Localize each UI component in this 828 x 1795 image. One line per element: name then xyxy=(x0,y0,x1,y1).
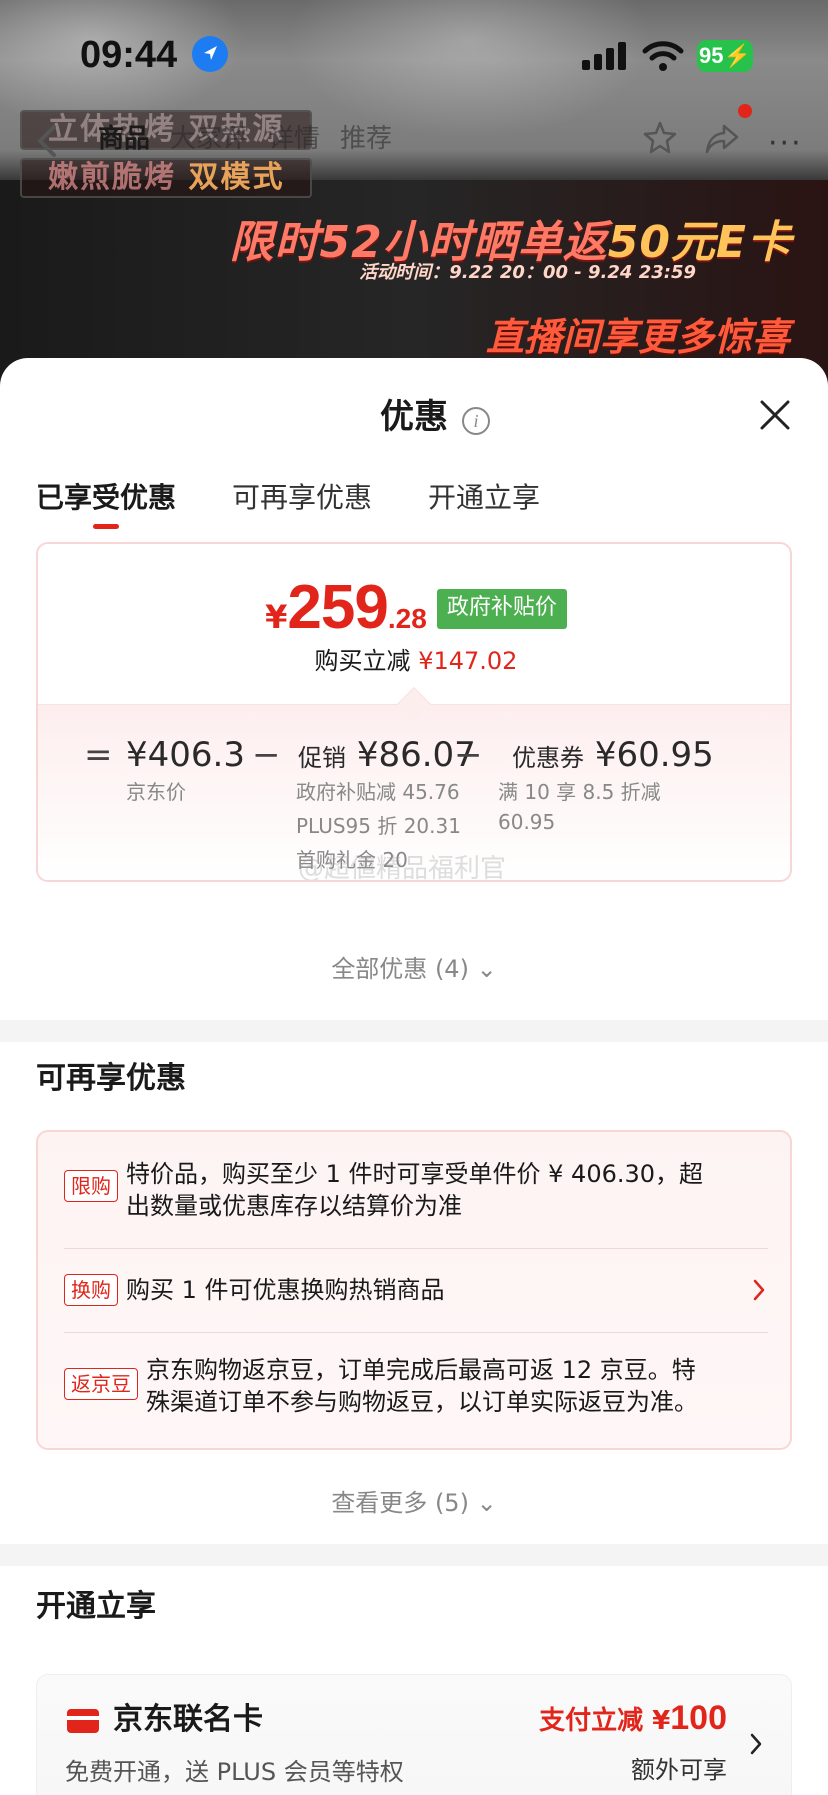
active-tab-indicator xyxy=(93,524,119,529)
nav-tab-reviews[interactable]: 大家评 xyxy=(170,122,248,156)
promo-detail-gov: 政府补贴减 45.76 xyxy=(296,780,460,804)
offer-tag: 返京豆 xyxy=(64,1368,138,1400)
offer-tag: 限购 xyxy=(64,1170,118,1202)
open-enjoy-title: 开通立享 xyxy=(36,1589,156,1624)
status-bar: 09:44 95⚡ xyxy=(0,0,828,100)
card-promo: 支付立减 ¥100 xyxy=(539,1697,727,1742)
offer-text: 购买 1 件可优惠换购热销商品 xyxy=(126,1276,445,1304)
sheet-header: 优惠 i xyxy=(0,394,828,440)
chevron-down-icon: ⌄ xyxy=(476,1489,497,1517)
card-promo-prefix: 支付立减 ¥ xyxy=(539,1706,671,1736)
coupon-detail-value: 60.95 xyxy=(498,810,556,834)
star-icon[interactable] xyxy=(642,120,678,156)
section-divider xyxy=(0,1020,828,1042)
chevron-down-icon: ⌄ xyxy=(476,955,497,983)
sheet-title-wrap: 优惠 i xyxy=(380,397,490,437)
equals-sign: = xyxy=(84,735,113,775)
price-decimal: .28 xyxy=(387,603,427,634)
section-divider xyxy=(0,1544,828,1566)
minus-sign-1: − xyxy=(252,735,281,775)
offer-text-2: 出数量或优惠库存以结算价为准 xyxy=(126,1192,462,1220)
offer-tag: 换购 xyxy=(64,1274,118,1306)
wifi-icon xyxy=(642,41,684,71)
card-desc: 免费开通，送 PLUS 会员等特权 xyxy=(65,1758,404,1786)
gov-subsidy-badge: 政府补贴价 xyxy=(436,589,567,629)
more-icon[interactable]: ··· xyxy=(768,126,803,161)
status-time: 09:44 xyxy=(80,34,178,76)
offer-tabs: 已享受优惠 可再享优惠 开通立享 xyxy=(0,468,828,538)
row-divider xyxy=(64,1332,768,1333)
nav-tab-product[interactable]: 商品 xyxy=(98,122,150,156)
offer-text: 特价品，购买至少 1 件时可享受单件价 ¥ 406.30，超 xyxy=(126,1160,704,1188)
all-offers-label: 全部优惠 (4) xyxy=(331,955,469,983)
location-arrow-icon xyxy=(192,36,228,72)
coupon-detail-rule: 满 10 享 8.5 折减 xyxy=(498,780,661,804)
coupon-label: 优惠券 xyxy=(512,744,584,772)
tab-open-enjoy[interactable]: 开通立享 xyxy=(428,478,540,518)
tab-enjoyed[interactable]: 已享受优惠 xyxy=(36,478,176,518)
sheet-title: 优惠 xyxy=(380,397,448,437)
see-more-toggle[interactable]: 查看更多 (5) ⌄ xyxy=(0,1486,828,1520)
coupon-value: ¥60.95 xyxy=(594,735,714,775)
battery-level: 95 xyxy=(699,43,724,68)
offer-row-exchange[interactable]: 换购 购买 1 件可优惠换购热销商品 xyxy=(64,1270,768,1310)
coupon-amount: 优惠券 ¥60.95 xyxy=(512,734,714,779)
offer-row-limit: 限购 特价品，购买至少 1 件时可享受单件价 ¥ 406.30，超 出数量或优惠… xyxy=(64,1158,768,1222)
card-promo-amount: 100 xyxy=(670,1699,727,1737)
info-icon[interactable]: i xyxy=(462,407,490,435)
row-divider xyxy=(64,1248,768,1249)
final-price-area: ¥259.28 政府补贴价 购买立减 ¥147.02 xyxy=(38,544,790,704)
card-name: 京东联名卡 xyxy=(113,1702,263,1737)
jd-price: ¥406.3 xyxy=(126,735,245,775)
save-label: 购买立减 xyxy=(314,647,411,675)
jd-price-label: 京东价 xyxy=(126,780,186,804)
cellular-signal-icon xyxy=(582,42,626,70)
share-icon[interactable] xyxy=(704,122,740,156)
promo-label: 促销 xyxy=(298,744,346,772)
see-more-label: 查看更多 (5) xyxy=(331,1489,469,1517)
offer-text: 京东购物返京豆，订单完成后最高可返 12 京豆。特 xyxy=(146,1356,696,1384)
price-integer: 259 xyxy=(287,573,388,642)
tab-more-available[interactable]: 可再享优惠 xyxy=(232,478,372,518)
notification-dot xyxy=(738,104,752,118)
save-line: 购买立减 ¥147.02 xyxy=(38,644,790,678)
offer-text-2: 殊渠道订单不参与购物返豆，以订单实际返豆为准。 xyxy=(146,1388,698,1416)
product-nav: 商品 大家评 详情 推荐 ··· xyxy=(0,110,828,170)
more-offers-title: 可再享优惠 xyxy=(36,1061,186,1096)
card-extra: 额外可享 xyxy=(631,1756,727,1784)
chevron-right-icon[interactable] xyxy=(749,1733,763,1755)
save-value: ¥147.02 xyxy=(418,647,518,675)
offer-row-jd-beans: 返京豆 京东购物返京豆，订单完成后最高可返 12 京豆。特 殊渠道订单不参与购物… xyxy=(64,1354,768,1418)
price-breakdown-card: ¥259.28 政府补贴价 购买立减 ¥147.02 = ¥406.3 京东价 −… xyxy=(36,542,792,882)
watermark: @超値精品福利官 xyxy=(298,854,507,882)
final-price: ¥259.28 政府补贴价 xyxy=(38,572,790,643)
promo-detail-plus: PLUS95 折 20.31 xyxy=(296,814,461,838)
offers-sheet: 优惠 i 已享受优惠 可再享优惠 开通立享 ¥259.28 政府补贴价 购买立减 … xyxy=(0,358,828,1795)
co-branded-card-offer[interactable]: 京东联名卡 免费开通，送 PLUS 会员等特权 支付立减 ¥100 额外可享 xyxy=(36,1674,792,1795)
price-currency: ¥ xyxy=(265,598,288,636)
all-offers-toggle[interactable]: 全部优惠 (4) ⌄ xyxy=(0,952,828,986)
credit-card-icon xyxy=(67,1709,99,1733)
minus-sign-2: − xyxy=(454,735,483,775)
promo-amount: 促销 ¥86.07 xyxy=(298,734,476,779)
battery-charging-icon: 95⚡ xyxy=(697,40,753,72)
close-icon[interactable] xyxy=(758,398,792,432)
hero-promo-time: 活动时间：9.22 20：00 - 9.24 23:59 xyxy=(359,262,696,283)
more-offers-card: 限购 特价品，购买至少 1 件时可享受单件价 ¥ 406.30，超 出数量或优惠… xyxy=(36,1130,792,1450)
hero-live-banner: 直播间享更多惊喜 xyxy=(485,315,790,359)
chevron-right-icon[interactable] xyxy=(752,1279,766,1301)
nav-tab-details[interactable]: 详情 xyxy=(268,122,320,156)
nav-tab-recommend[interactable]: 推荐 xyxy=(340,122,392,156)
back-arrow-icon[interactable] xyxy=(34,124,60,158)
